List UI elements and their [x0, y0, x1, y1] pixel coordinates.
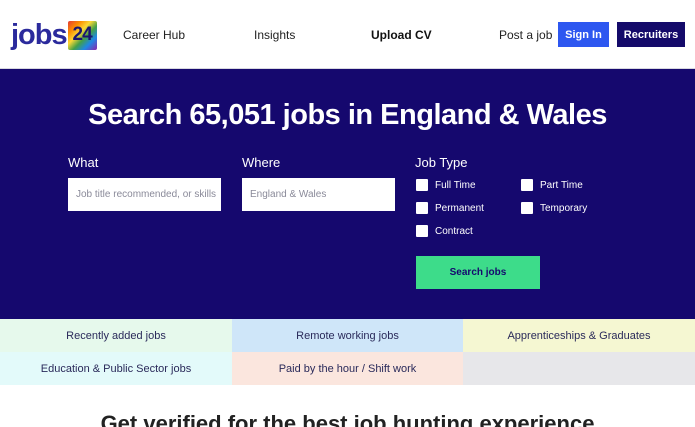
nav-insights[interactable]: Insights [254, 28, 295, 42]
where-label: Where [242, 155, 281, 170]
checkbox-box[interactable] [521, 202, 533, 214]
checkbox-box[interactable] [416, 225, 428, 237]
checkbox-box[interactable] [521, 179, 533, 191]
logo-text: jobs [11, 18, 68, 51]
what-label: What [68, 155, 99, 170]
checkbox-label: Contract [435, 225, 473, 237]
nav-career-hub[interactable]: Career Hub [123, 28, 185, 42]
tile-education-public-sector[interactable]: Education & Public Sector jobs [0, 352, 232, 385]
checkbox-permanent[interactable]: Permanent [416, 202, 484, 214]
checkbox-label: Permanent [435, 202, 484, 214]
tile-remote-working[interactable]: Remote working jobs [232, 319, 463, 352]
nav-post-a-job[interactable]: Post a job [499, 28, 552, 42]
verified-section-title: Get verified for the best job hunting ex… [100, 411, 595, 427]
site-header: jobs 24 Career Hub Insights Upload CV Po… [0, 0, 695, 69]
tile-paid-by-hour[interactable]: Paid by the hour / Shift work [232, 352, 463, 385]
what-input[interactable] [68, 178, 221, 211]
checkbox-label: Full Time [435, 179, 476, 191]
checkbox-label: Temporary [540, 202, 588, 214]
where-input[interactable] [242, 178, 395, 211]
tile-recently-added[interactable]: Recently added jobs [0, 319, 232, 352]
logo-badge: 24 [67, 20, 97, 50]
tile-empty [463, 352, 695, 385]
checkbox-contract[interactable]: Contract [416, 225, 473, 237]
checkbox-temporary[interactable]: Temporary [521, 202, 587, 214]
tile-apprenticeships-graduates[interactable]: Apprenticeships & Graduates [463, 319, 695, 352]
jobs24-logo[interactable]: jobs 24 [11, 19, 97, 51]
category-tiles: Recently added jobs Remote working jobs … [0, 319, 695, 385]
search-jobs-button[interactable]: Search jobs [416, 256, 540, 289]
hero-title: Search 65,051 jobs in England & Wales [88, 99, 607, 131]
hero-search-panel: Search 65,051 jobs in England & Wales Wh… [0, 69, 695, 319]
sign-in-button[interactable]: Sign In [558, 22, 609, 47]
checkbox-full-time[interactable]: Full Time [416, 179, 476, 191]
job-type-label: Job Type [415, 155, 468, 170]
checkbox-label: Part Time [540, 179, 583, 191]
checkbox-box[interactable] [416, 202, 428, 214]
checkbox-box[interactable] [416, 179, 428, 191]
checkbox-part-time[interactable]: Part Time [521, 179, 583, 191]
recruiters-button[interactable]: Recruiters [617, 22, 685, 47]
nav-upload-cv[interactable]: Upload CV [371, 28, 432, 42]
